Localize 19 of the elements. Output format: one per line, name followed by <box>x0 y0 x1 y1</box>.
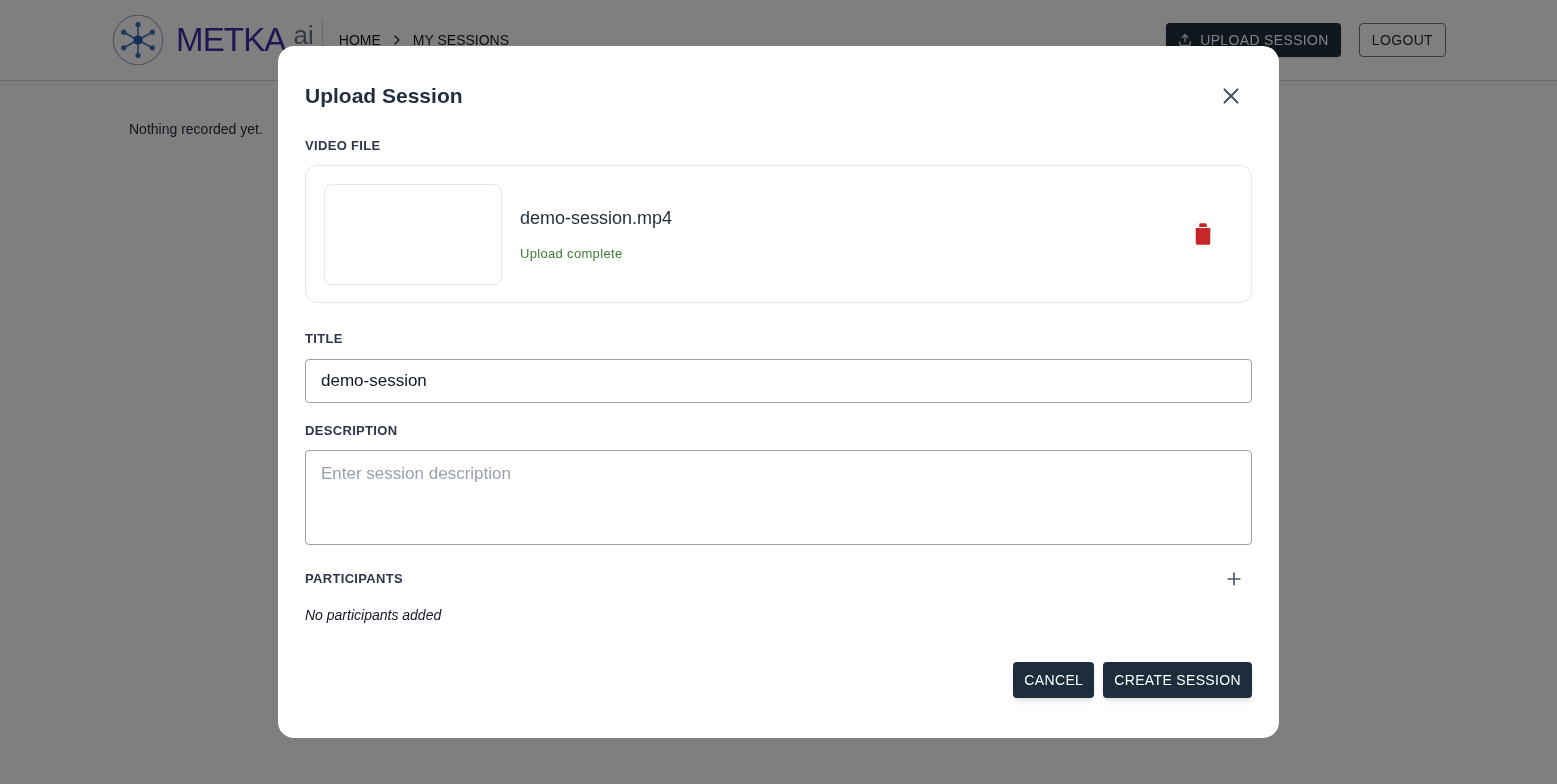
empty-message: Nothing recorded yet. <box>129 120 264 139</box>
breadcrumb-link[interactable]: HOME <box>338 30 381 50</box>
description-field[interactable]: Enter session description <box>305 450 1252 545</box>
participants-empty-message: No participants added <box>305 606 443 625</box>
file-name: demo-session.mp4 <box>520 206 674 230</box>
create-button[interactable]: CREATE SESSION <box>1103 662 1252 698</box>
logo-suffix: ai <box>293 22 314 48</box>
logo-name: METKA <box>176 20 286 61</box>
field-label: DESCRIPTION <box>305 421 399 440</box>
cancel-button[interactable]: CANCEL <box>1013 662 1095 698</box>
field-label: TITLE <box>305 330 344 348</box>
breadcrumb-link[interactable]: MY SESSIONS <box>412 30 510 50</box>
network-logo-icon <box>112 14 164 66</box>
logout-button[interactable]: LOGOUT <box>1358 23 1446 57</box>
section-label: VIDEO FILE <box>305 136 382 155</box>
section-label: PARTICIPANTS <box>305 570 404 589</box>
title-field[interactable]: demo-session <box>305 358 1252 403</box>
upload-status: Upload complete <box>520 244 624 263</box>
dialog-title: Upload Session <box>305 83 463 109</box>
